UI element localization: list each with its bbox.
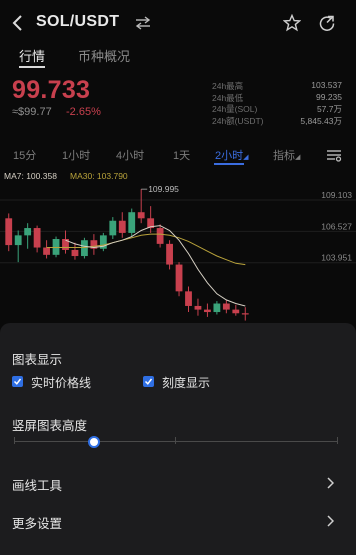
candle <box>232 309 240 314</box>
interval-1d[interactable]: 1天 <box>173 147 190 163</box>
price-change: -2.65% <box>66 106 101 118</box>
stat-row-high: 24h最高 103.537 <box>212 80 342 92</box>
stat-label: 24h最高 <box>212 81 244 91</box>
candle <box>24 228 32 236</box>
stat-value: 5,845.43万 <box>300 115 342 126</box>
stat-value: 103.537 <box>311 80 342 90</box>
stat-row-low: 24h最低 99.235 <box>212 92 342 104</box>
active-interval-indicator <box>214 163 244 165</box>
slider-tick <box>175 437 176 444</box>
chevron-right-icon[interactable] <box>326 477 334 489</box>
tab-market[interactable]: 行情 <box>19 46 45 65</box>
stat-value: 57.7万 <box>316 104 342 114</box>
tab-coin-overview[interactable]: 币种概况 <box>78 46 130 65</box>
candle <box>222 303 230 310</box>
chart-height-title: 竖屏图表高度 <box>12 419 88 433</box>
indicators-label: 指标 <box>273 150 295 162</box>
candle <box>213 303 221 313</box>
candle <box>241 313 249 315</box>
candle <box>204 309 211 313</box>
high-price-annotation: 109.995 <box>148 184 179 194</box>
dropdown-caret-icon: ◢ <box>295 154 301 161</box>
chart-display-title: 图表显示 <box>12 353 63 367</box>
app-screen: SOL/USDT 行情 币种概况 99.733 ≈$99.77 -2.65% 2… <box>0 0 356 555</box>
candle <box>81 240 88 257</box>
top-tabs: 行情 币种概况 <box>0 44 356 70</box>
candle <box>52 239 60 255</box>
candle <box>175 264 183 292</box>
candle <box>43 247 50 255</box>
candle <box>137 212 145 219</box>
24h-stats: 24h最高 103.537 24h最低 99.235 24h量(SOL) 57.… <box>212 80 342 126</box>
ma7-label: MA7: 100.358 <box>4 171 57 181</box>
stat-row-turnover: 24h额(USDT) 5,845.43万 <box>212 115 342 127</box>
stat-label: 24h最低 <box>212 92 244 103</box>
interval-15m[interactable]: 15分 <box>13 147 36 163</box>
fiat-price: ≈$99.77 <box>12 106 52 118</box>
check-icon <box>13 378 22 385</box>
candle <box>156 228 164 244</box>
realtime-price-line-label[interactable]: 实时价格线 <box>31 374 91 391</box>
stat-row-volume: 24h量(SOL) 57.7万 <box>212 103 342 115</box>
scale-display-label[interactable]: 刻度显示 <box>162 374 210 391</box>
candle <box>14 235 22 246</box>
candle <box>185 291 192 306</box>
header: SOL/USDT <box>0 0 356 46</box>
interval-tabs: 15分 1小时 4小时 1天 2小时◢ 指标◢ <box>0 145 356 167</box>
ma30-line <box>46 233 246 266</box>
more-settings-item[interactable]: 更多设置 <box>12 513 62 532</box>
last-price: 99.733 <box>12 76 91 104</box>
scale-display-checkbox[interactable] <box>143 376 154 387</box>
chart-settings-sheet: 图表显示 实时价格线 刻度显示 竖屏图表高度 画线工具 更多设置 <box>0 323 356 555</box>
price-axis-label: 103.951 <box>321 253 352 263</box>
back-arrow-icon[interactable] <box>10 13 26 33</box>
candle <box>71 249 79 257</box>
price-axis-label: 109.103 <box>321 190 352 200</box>
stat-label: 24h额(USDT) <box>212 115 264 126</box>
active-tab-indicator <box>19 66 45 68</box>
candle <box>194 305 202 310</box>
candlestick-chart[interactable]: 109.103 106.527 103.951 109.995 <box>0 183 356 323</box>
dropdown-caret-icon: ◢ <box>243 154 249 161</box>
ma7-line <box>65 225 246 307</box>
indicators-menu[interactable]: 指标◢ <box>273 147 300 163</box>
interval-2h[interactable]: 2小时◢ <box>215 147 249 163</box>
favorite-star-icon[interactable] <box>283 14 301 32</box>
pair-title[interactable]: SOL/USDT <box>36 13 119 31</box>
swap-icon[interactable] <box>135 16 151 30</box>
candle <box>166 243 173 265</box>
chart-height-slider-thumb[interactable] <box>88 436 100 448</box>
share-icon[interactable] <box>318 14 336 32</box>
chart-height-slider-track[interactable] <box>14 441 338 442</box>
candle <box>109 220 117 236</box>
interval-1h[interactable]: 1小时 <box>62 147 90 163</box>
interval-4h[interactable]: 4小时 <box>116 147 144 163</box>
slider-tick <box>337 437 338 444</box>
ma30-label: MA30: 103.790 <box>70 171 128 181</box>
slider-tick <box>14 437 15 444</box>
interval-2h-label: 2小时 <box>215 150 244 162</box>
check-icon <box>144 378 153 385</box>
stat-label: 24h量(SOL) <box>212 104 258 114</box>
candle <box>33 228 41 248</box>
chevron-right-icon[interactable] <box>326 515 334 527</box>
chart-settings-icon[interactable] <box>326 148 342 162</box>
candle <box>5 218 13 246</box>
price-axis-label: 106.527 <box>321 221 352 231</box>
realtime-price-line-checkbox[interactable] <box>12 376 23 387</box>
stat-value: 99.235 <box>316 91 342 102</box>
drawing-tools-item[interactable]: 画线工具 <box>12 475 62 494</box>
candle <box>128 212 136 233</box>
candle <box>118 220 126 233</box>
